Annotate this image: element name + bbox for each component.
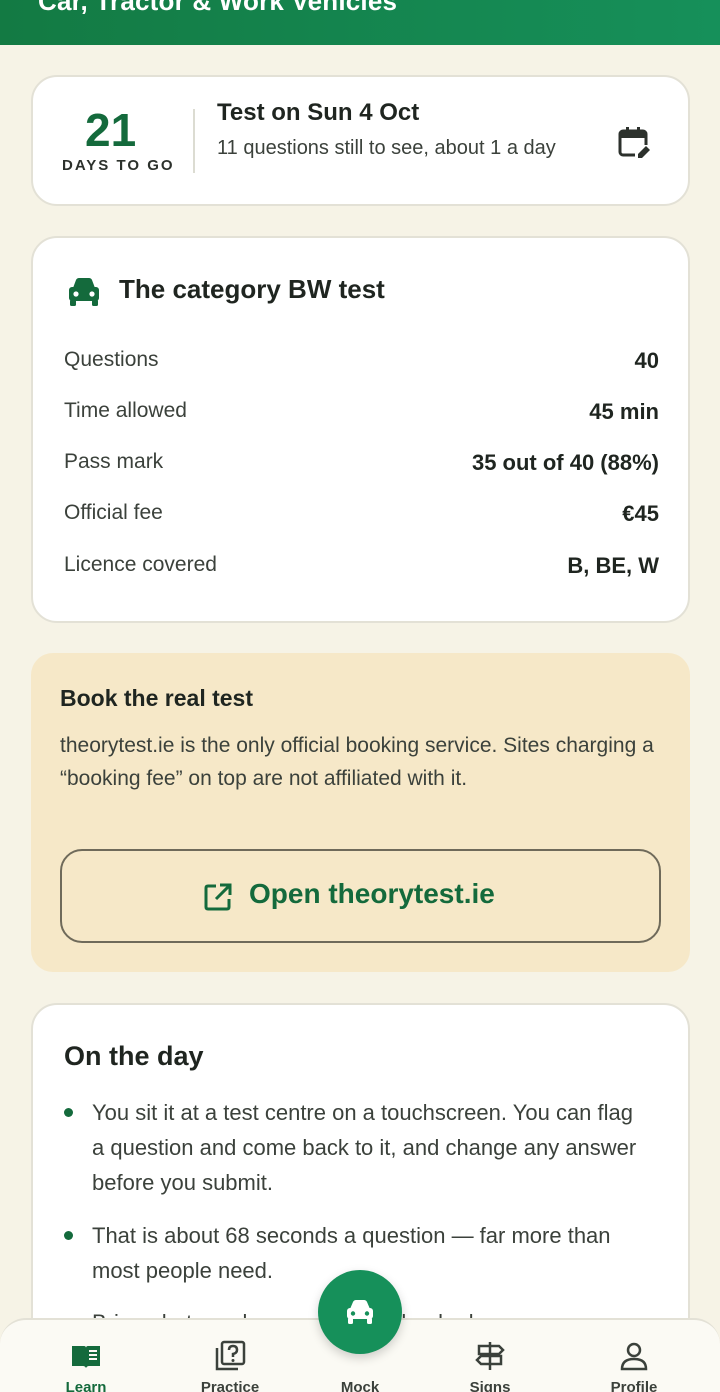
nav-label: Learn — [65, 1379, 107, 1392]
row-value: €45 — [622, 501, 659, 526]
info-row-pass-mark: Pass mark 35 out of 40 (88%) — [64, 450, 659, 480]
booking-body: theorytest.ie is the only official booki… — [60, 734, 654, 790]
external-link-icon — [204, 883, 232, 911]
nav-label: Mock — [340, 1379, 380, 1392]
booking-card: Book the real test theorytest.ie is the … — [31, 653, 690, 972]
days-label: DAYS TO GO — [62, 157, 175, 174]
nav-item-profile[interactable]: Profile — [579, 1320, 689, 1392]
nav-label: Practice — [200, 1379, 260, 1392]
row-label: Questions — [64, 348, 159, 371]
booking-title: Book the real test — [60, 685, 253, 711]
info-row-licence: Licence covered B, BE, W — [64, 553, 659, 583]
info-row-time: Time allowed 45 min — [64, 399, 659, 429]
row-label: Time allowed — [64, 399, 187, 422]
row-value: 35 out of 40 (88%) — [471, 450, 659, 475]
nav-label: Signs — [469, 1379, 511, 1392]
book-icon — [72, 1346, 100, 1368]
car-icon — [69, 278, 99, 306]
countdown-card[interactable]: 21 DAYS TO GO Test on Sun 4 Oct 11 quest… — [31, 75, 690, 206]
app-header: Car, Tractor & Work Vehicles — [0, 0, 720, 45]
info-row-fee: Official fee €45 — [64, 501, 659, 531]
app-screen: Car, Tractor & Work Vehicles 21 DAYS TO … — [0, 0, 720, 1392]
row-value: B, BE, W — [567, 553, 659, 578]
row-label: Official fee — [64, 501, 163, 524]
nav-item-learn[interactable]: Learn — [31, 1320, 141, 1392]
row-value: 45 min — [589, 399, 659, 424]
open-theorytest-button[interactable]: Open theorytest.ie — [60, 849, 661, 943]
person-icon — [620, 1342, 648, 1371]
row-value: 40 — [634, 348, 659, 373]
category-card: The category BW test Questions 40 Time a… — [31, 236, 690, 623]
on-the-day-title: On the day — [64, 1041, 204, 1071]
car-icon — [347, 1300, 373, 1324]
row-label: Pass mark — [64, 450, 164, 473]
open-button-label: Open theorytest.ie — [249, 878, 495, 909]
info-row-questions: Questions 40 — [64, 348, 659, 378]
row-label: Licence covered — [64, 553, 217, 576]
calendar-edit-icon[interactable] — [617, 125, 653, 161]
test-date: Test on Sun 4 Oct — [217, 99, 420, 126]
nav-label: Profile — [610, 1379, 658, 1392]
nav-item-practice[interactable]: Practice — [175, 1320, 285, 1392]
signpost-icon — [475, 1342, 505, 1370]
days-count: 21 — [85, 104, 137, 156]
category-title: The category BW test — [119, 274, 385, 304]
divider — [193, 109, 195, 173]
nav-item-signs[interactable]: Signs — [435, 1320, 545, 1392]
bullet-dot — [64, 1108, 73, 1117]
mock-fab-button[interactable] — [318, 1270, 402, 1354]
question-icon — [215, 1340, 246, 1371]
bullet-text: You sit it at a test centre on a touchsc… — [92, 1100, 637, 1195]
test-subtitle: 11 questions still to see, about 1 a day — [217, 137, 556, 159]
bullet-dot — [64, 1231, 73, 1240]
header-title: Car, Tractor & Work Vehicles — [38, 0, 398, 16]
